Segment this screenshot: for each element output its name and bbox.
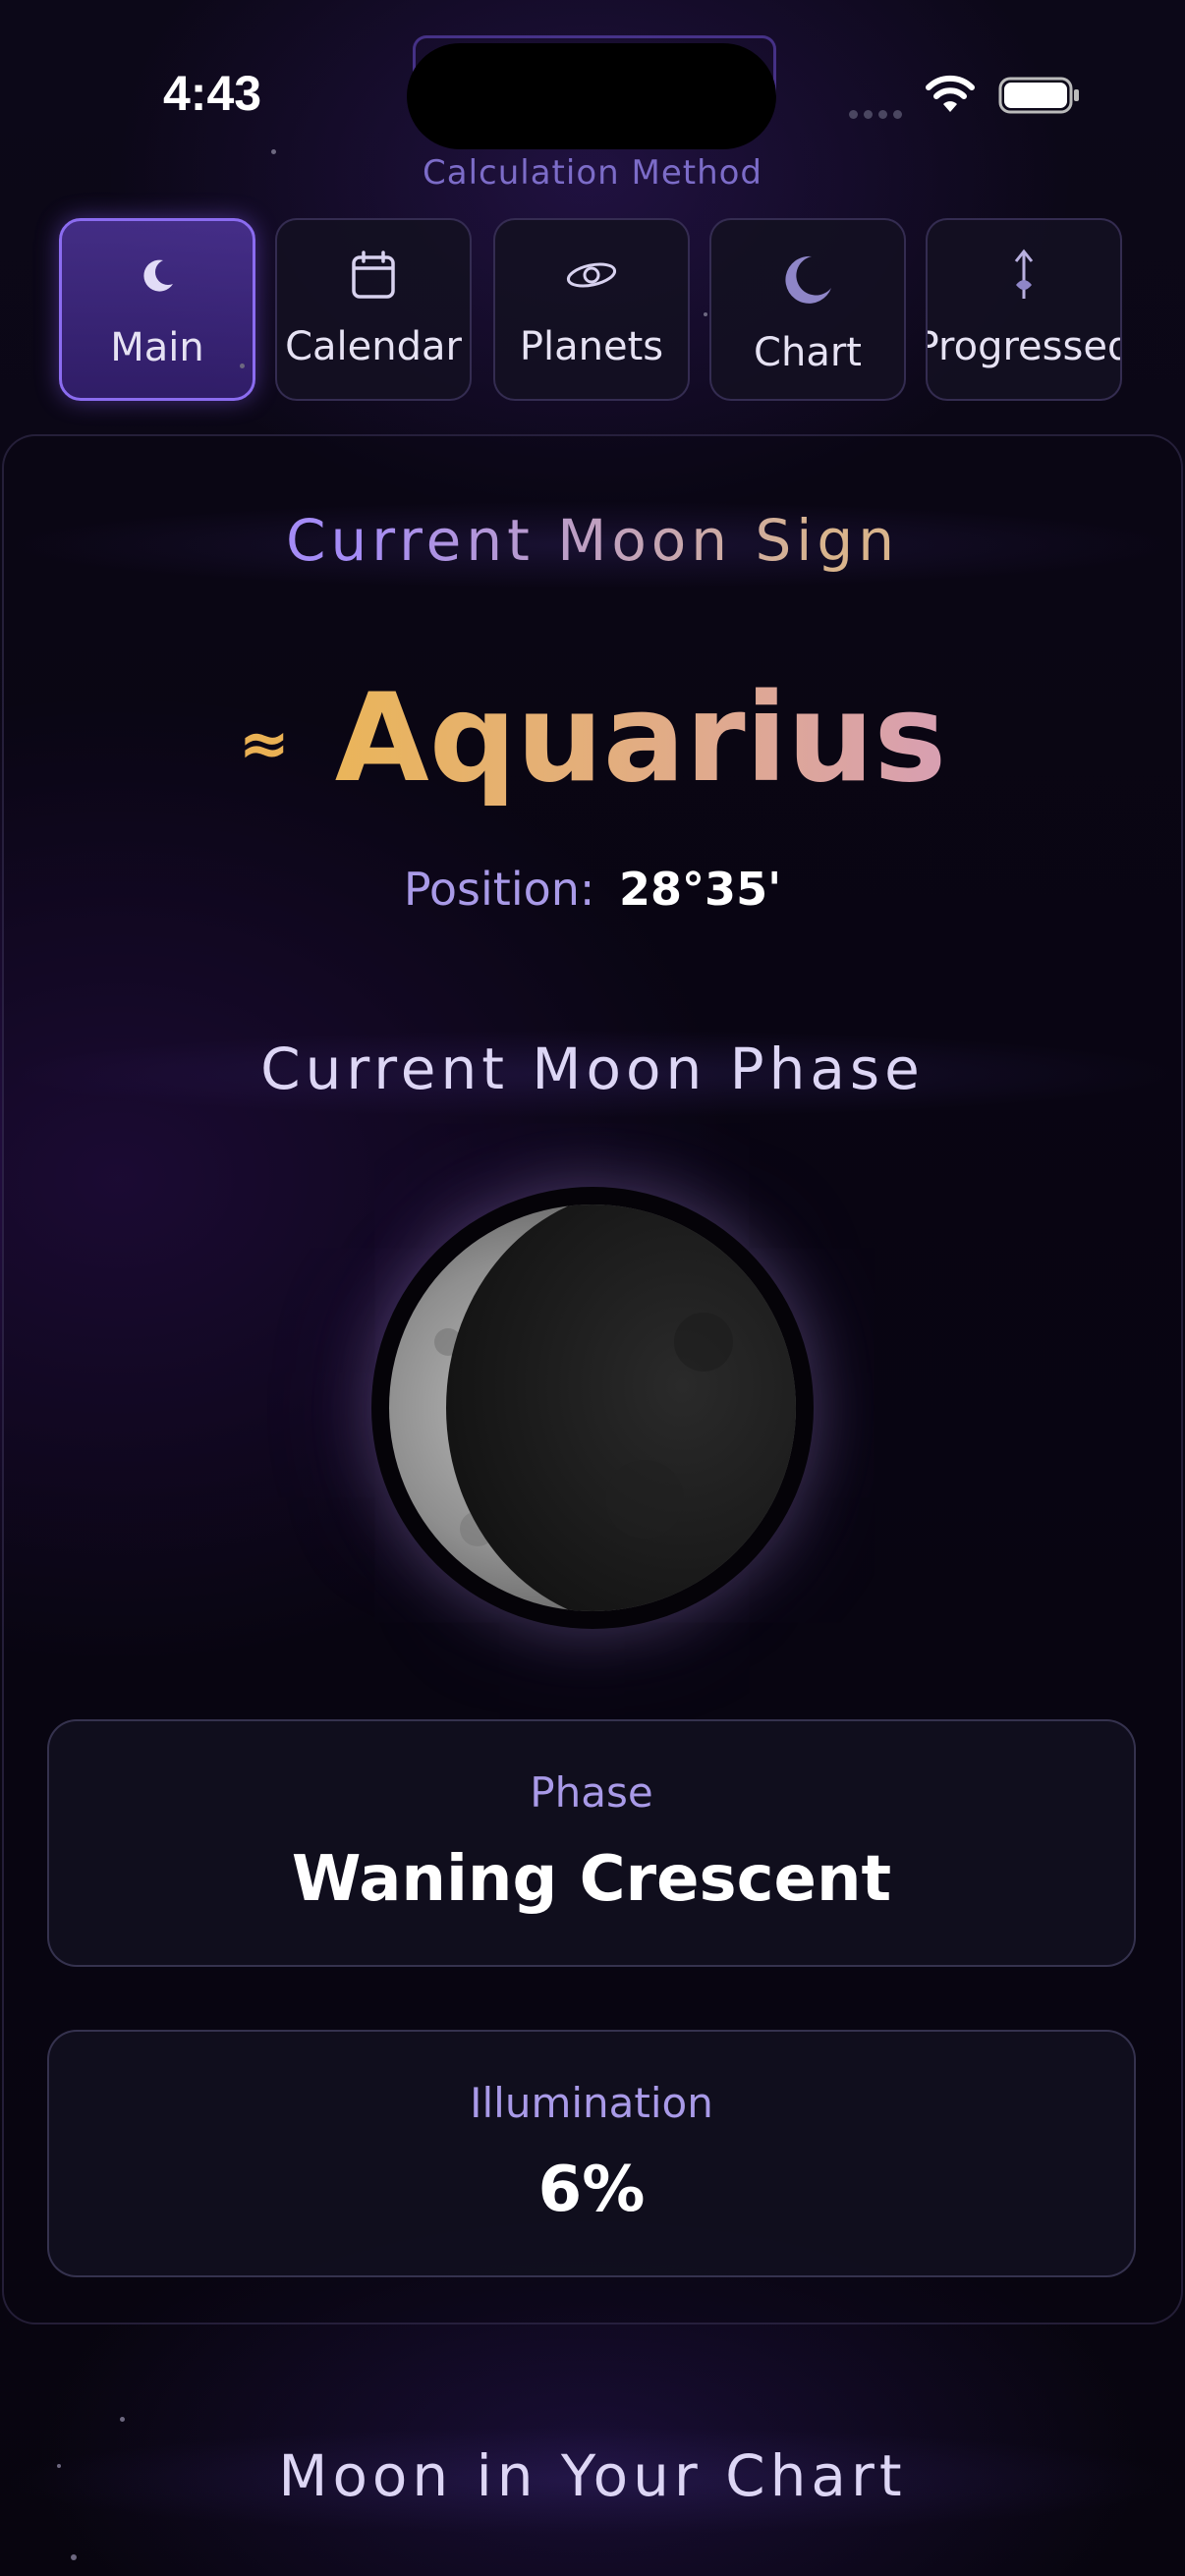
star-dot <box>57 2464 61 2468</box>
tab-planets[interactable]: Planets <box>493 218 690 401</box>
aquarius-symbol-icon: ≈ <box>238 706 290 779</box>
phase-info-box: Phase Waning Crescent <box>47 1719 1136 1967</box>
planet-ring-icon <box>566 262 617 288</box>
moon-illustration <box>389 1204 796 1611</box>
moon-in-chart-title: Moon in Your Chart <box>278 2442 907 2509</box>
tab-progressed-label: Progressed <box>926 324 1122 369</box>
tab-chart[interactable]: Chart <box>709 218 906 401</box>
moon-position: Position: 28°35' <box>0 863 1185 916</box>
star-dot <box>71 2554 77 2560</box>
crescent-moon-icon <box>143 259 173 292</box>
position-value: 28°35' <box>619 863 782 916</box>
tab-calendar[interactable]: Calendar <box>275 218 472 401</box>
tab-planets-label: Planets <box>519 324 664 369</box>
moon-phase-image <box>371 1187 814 1629</box>
cellular-signal-icon <box>849 104 908 123</box>
moon-phase-title: Current Moon Phase <box>260 1036 925 1102</box>
status-time: 4:43 <box>163 66 262 121</box>
tab-chart-label: Chart <box>754 330 862 375</box>
tab-main-label: Main <box>110 325 204 370</box>
moon-sign-row: ≈ Aquarius <box>0 668 1185 810</box>
calendar-icon <box>352 251 395 299</box>
calculation-method-label[interactable]: Calculation Method <box>0 153 1185 193</box>
tab-progressed[interactable]: Progressed <box>926 218 1122 401</box>
phase-value: Waning Crescent <box>291 1843 892 1916</box>
wifi-icon <box>926 75 975 112</box>
star-dot <box>271 149 276 154</box>
star-dot <box>704 312 707 316</box>
illumination-value: 6% <box>537 2154 646 2226</box>
phase-label: Phase <box>530 1768 653 1817</box>
moon-sign-title: Current Moon Sign <box>0 507 1185 574</box>
moon-sign-name: Aquarius <box>334 668 947 810</box>
arrows-updown-icon <box>1014 249 1034 299</box>
tab-calendar-label: Calendar <box>285 324 462 369</box>
illumination-label: Illumination <box>470 2079 713 2127</box>
illumination-info-box: Illumination 6% <box>47 2030 1136 2277</box>
dynamic-island <box>407 43 776 149</box>
star-dot <box>240 364 245 368</box>
moon-icon <box>785 255 831 304</box>
star-dot <box>120 2417 125 2422</box>
position-label: Position: <box>403 863 595 916</box>
tab-main[interactable]: Main <box>59 218 255 401</box>
battery-icon <box>998 77 1079 114</box>
